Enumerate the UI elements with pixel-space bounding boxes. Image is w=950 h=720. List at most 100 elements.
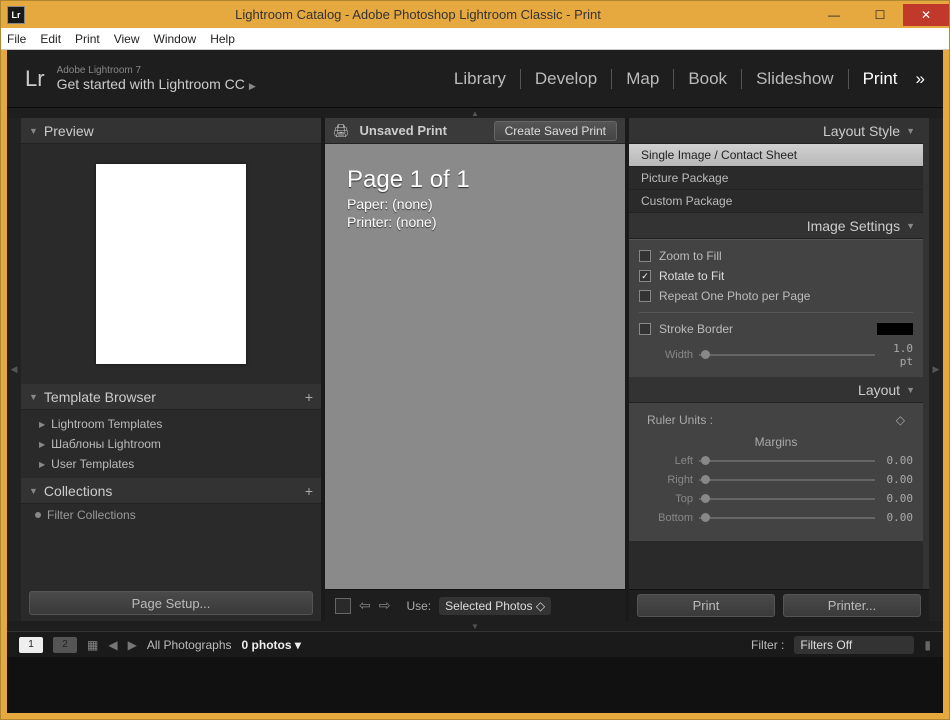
ruler-units-dropdown[interactable]: Ruler Units :◇	[639, 409, 913, 431]
use-dropdown[interactable]: Selected Photos ◇	[439, 597, 551, 615]
nav-back-icon[interactable]: ◀	[108, 638, 117, 652]
next-page-button[interactable]: ⇨	[379, 597, 391, 614]
repeat-photo-checkbox[interactable]	[639, 290, 651, 302]
module-slideshow[interactable]: Slideshow	[741, 69, 848, 89]
add-template-button[interactable]: +	[305, 389, 313, 405]
module-print[interactable]: Print	[848, 69, 912, 89]
module-develop[interactable]: Develop	[520, 69, 611, 89]
nav-forward-icon[interactable]: ▶	[128, 638, 137, 652]
stroke-border-label: Stroke Border	[659, 322, 733, 336]
filter-lock-icon[interactable]: ▮	[924, 638, 931, 652]
identity-title[interactable]: Get started with Lightroom CC▶	[57, 76, 256, 92]
margin-right-slider[interactable]	[699, 479, 875, 481]
print-button[interactable]: Print	[637, 594, 775, 617]
menu-file[interactable]: File	[7, 32, 26, 46]
stroke-border-checkbox[interactable]	[639, 323, 651, 335]
chevron-right-icon: ▶	[249, 81, 256, 91]
filter-label: Filter :	[751, 638, 784, 652]
margins-title: Margins	[639, 431, 913, 451]
menu-print[interactable]: Print	[75, 32, 100, 46]
right-rail-collapse[interactable]: ▶	[929, 118, 943, 621]
left-rail-collapse[interactable]: ◀	[7, 118, 21, 621]
filmstrip[interactable]	[7, 657, 943, 713]
image-settings-header[interactable]: Image Settings▼	[629, 213, 923, 239]
menu-edit[interactable]: Edit	[40, 32, 61, 46]
chevron-down-icon: ▼	[906, 385, 915, 395]
stroke-width-value: 1.0 pt	[881, 342, 913, 368]
center-panel: 🖨 Unsaved Print Create Saved Print Page …	[321, 118, 629, 621]
chevron-right-icon: ▶	[39, 440, 45, 449]
rotate-to-fit-checkbox[interactable]: ✓	[639, 270, 651, 282]
layout-style-single-contact[interactable]: Single Image / Contact Sheet	[629, 144, 923, 167]
layout-style-custom-package[interactable]: Custom Package	[629, 190, 923, 213]
chevron-down-icon: ▼	[906, 126, 915, 136]
margin-bottom-slider[interactable]	[699, 517, 875, 519]
collections-header[interactable]: ▼Collections+	[21, 478, 321, 504]
margin-top-label: Top	[639, 493, 693, 505]
zoom-to-fill-checkbox[interactable]	[639, 250, 651, 262]
menu-bar: File Edit Print View Window Help	[1, 28, 949, 50]
close-button[interactable]: ✕	[903, 4, 949, 26]
stroke-width-label: Width	[639, 349, 693, 361]
page-setup-button[interactable]: Page Setup...	[29, 591, 313, 615]
prev-page-button[interactable]: ⇦	[359, 597, 371, 614]
page-indicator: Page 1 of 1	[347, 166, 603, 194]
rotate-to-fit-label: Rotate to Fit	[659, 269, 724, 283]
title-bar: Lr Lightroom Catalog - Adobe Photoshop L…	[1, 1, 949, 28]
template-folder[interactable]: ▶Шаблоны Lightroom	[21, 434, 321, 454]
app-icon: Lr	[7, 6, 25, 24]
stroke-width-slider[interactable]	[699, 354, 875, 356]
use-label: Use:	[406, 599, 431, 613]
chevron-down-icon: ▼	[29, 486, 38, 496]
module-map[interactable]: Map	[611, 69, 673, 89]
chevron-right-icon: ▶	[39, 460, 45, 469]
template-browser-header[interactable]: ▼Template Browser+	[21, 384, 321, 410]
maximize-button[interactable]: ☐	[857, 4, 903, 26]
template-folder[interactable]: ▶User Templates	[21, 454, 321, 474]
grid-icon[interactable]: ▦	[87, 638, 98, 652]
chevron-down-icon: ▼	[29, 126, 38, 136]
module-library[interactable]: Library	[440, 69, 520, 89]
layout-header[interactable]: Layout▼	[629, 377, 923, 403]
layout-style-picture-package[interactable]: Picture Package	[629, 167, 923, 190]
margin-top-value: 0.00	[881, 492, 913, 505]
module-overflow-icon[interactable]: »	[916, 69, 925, 89]
filmstrip-splitter[interactable]: ▼	[7, 621, 943, 631]
create-saved-print-button[interactable]: Create Saved Print	[494, 121, 617, 141]
filter-collections-input[interactable]: Filter Collections	[21, 504, 321, 526]
margin-left-label: Left	[639, 455, 693, 467]
menu-help[interactable]: Help	[210, 32, 235, 46]
template-tree: ▶Lightroom Templates ▶Шаблоны Lightroom …	[21, 410, 321, 478]
add-collection-button[interactable]: +	[305, 483, 313, 499]
print-canvas[interactable]: Page 1 of 1 Paper: (none) Printer: (none…	[325, 144, 625, 589]
preview-panel-header[interactable]: ▼Preview	[21, 118, 321, 144]
filmstrip-source[interactable]: All Photographs	[147, 638, 232, 652]
module-book[interactable]: Book	[673, 69, 741, 89]
window-title: Lightroom Catalog - Adobe Photoshop Ligh…	[25, 7, 811, 22]
margin-bottom-label: Bottom	[639, 512, 693, 524]
layout-style-header[interactable]: Layout Style▼	[629, 118, 923, 144]
photo-count[interactable]: 0 photos ▾	[242, 638, 301, 652]
margin-right-label: Right	[639, 474, 693, 486]
menu-window[interactable]: Window	[154, 32, 197, 46]
right-panel: Layout Style▼ Single Image / Contact She…	[629, 118, 929, 621]
view-mode-2[interactable]: 2	[53, 637, 77, 653]
unsaved-print-label: Unsaved Print	[360, 123, 447, 138]
lightroom-logo: Lr	[25, 66, 45, 92]
margin-top-slider[interactable]	[699, 498, 875, 500]
toolbar: ⇦ ⇨ Use: Selected Photos ◇	[325, 589, 625, 621]
view-mode-1[interactable]: 1	[19, 637, 43, 653]
minimize-button[interactable]: —	[811, 4, 857, 26]
top-panel-splitter[interactable]: ▲	[7, 108, 943, 118]
template-folder[interactable]: ▶Lightroom Templates	[21, 414, 321, 434]
filter-dropdown[interactable]: Filters Off	[794, 636, 914, 654]
stroke-color-swatch[interactable]	[877, 323, 913, 335]
margin-left-slider[interactable]	[699, 460, 875, 462]
print-collection-bar: 🖨 Unsaved Print Create Saved Print	[325, 118, 625, 144]
menu-view[interactable]: View	[114, 32, 140, 46]
printer-button[interactable]: Printer...	[783, 594, 921, 617]
identity-plate: Lr Adobe Lightroom 7 Get started with Li…	[7, 50, 943, 108]
margin-right-value: 0.00	[881, 473, 913, 486]
select-all-checkbox[interactable]	[335, 598, 351, 614]
preview-area	[21, 144, 321, 384]
